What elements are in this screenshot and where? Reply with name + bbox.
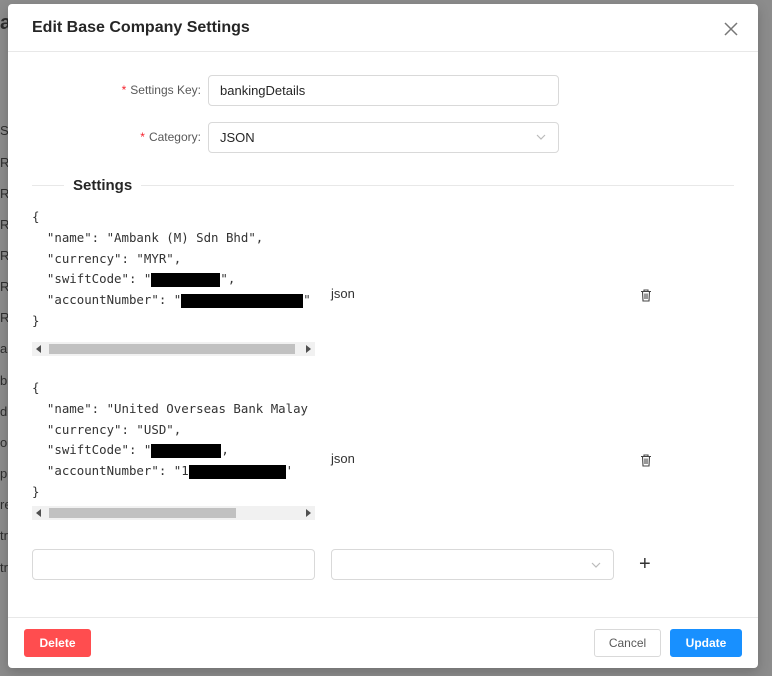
settings-key-row: * Settings Key: bankingDetails: [8, 75, 758, 107]
scrollbar-thumb[interactable]: [49, 508, 236, 518]
redacted-account-number: [188, 464, 286, 479]
delete-button[interactable]: Delete: [24, 629, 91, 657]
settings-key-input[interactable]: bankingDetails: [208, 75, 559, 106]
modal-footer: Delete Cancel Update: [8, 617, 758, 668]
setting-type-label: json: [331, 451, 355, 466]
horizontal-scrollbar[interactable]: [32, 342, 315, 356]
redacted-swift-code: [151, 272, 221, 287]
plus-icon[interactable]: +: [639, 553, 651, 576]
section-title: Settings: [64, 177, 142, 194]
horizontal-scrollbar[interactable]: [32, 506, 315, 520]
edit-settings-modal: Edit Base Company Settings * Settings Key…: [8, 4, 758, 668]
redacted-account-number: [181, 293, 304, 308]
settings-key-label: * Settings Key:: [121, 83, 201, 97]
category-label: * Category:: [140, 130, 201, 144]
scroll-right-icon[interactable]: [306, 345, 311, 353]
scroll-right-icon[interactable]: [306, 509, 311, 517]
category-select[interactable]: JSON: [208, 122, 559, 153]
update-button[interactable]: Update: [670, 629, 742, 657]
modal-header: Edit Base Company Settings: [8, 4, 758, 52]
trash-icon[interactable]: [640, 454, 652, 467]
category-value: JSON: [220, 130, 255, 145]
close-icon[interactable]: [724, 22, 738, 36]
chevron-down-icon: [536, 134, 546, 140]
modal-title: Edit Base Company Settings: [32, 19, 250, 36]
chevron-down-icon: [591, 562, 601, 568]
new-setting-type-select[interactable]: [331, 549, 614, 580]
new-setting-value-input[interactable]: [32, 549, 315, 580]
settings-value-editor[interactable]: { "name": "United Overseas Bank Malay "c…: [32, 378, 315, 518]
setting-type-label: json: [331, 286, 355, 301]
category-row: * Category: JSON: [8, 122, 758, 154]
scroll-left-icon[interactable]: [36, 345, 41, 353]
settings-value-editor[interactable]: { "name": "Ambank (M) Sdn Bhd", "currenc…: [32, 207, 315, 347]
scroll-left-icon[interactable]: [36, 509, 41, 517]
redacted-swift-code: [151, 443, 222, 458]
cancel-button[interactable]: Cancel: [594, 629, 661, 657]
trash-icon[interactable]: [640, 289, 652, 302]
scrollbar-thumb[interactable]: [49, 344, 295, 354]
